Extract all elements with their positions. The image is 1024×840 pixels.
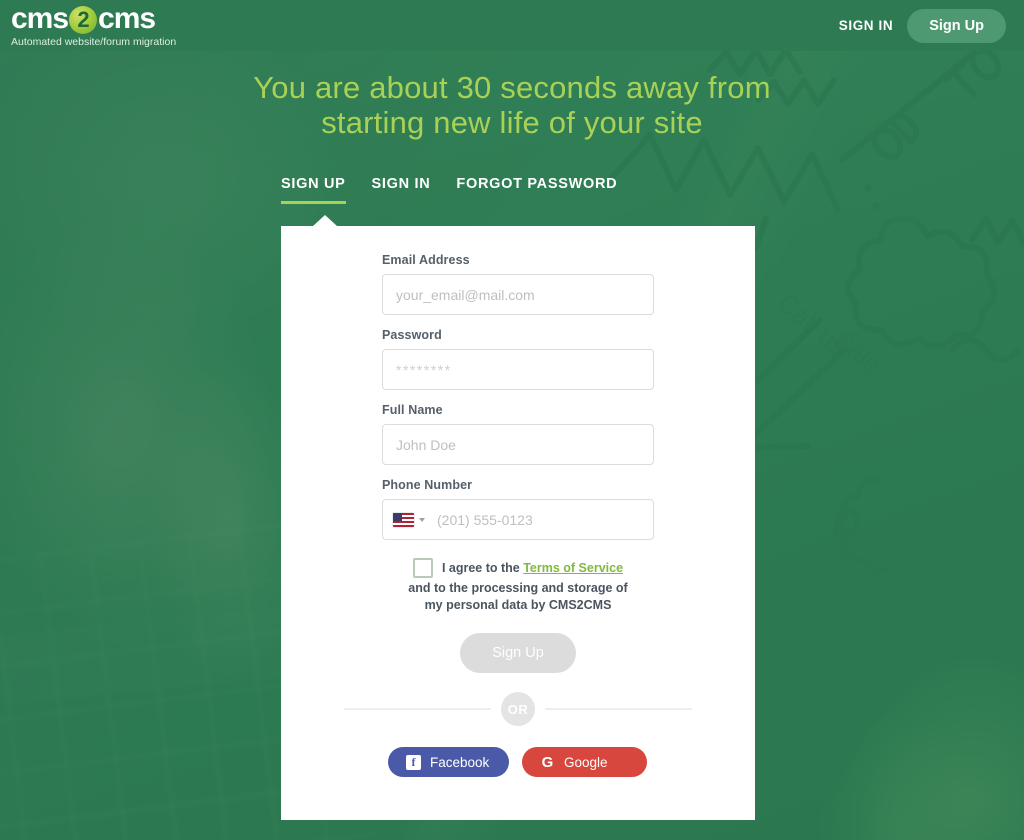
header-sign-in-link[interactable]: SIGN IN [839, 18, 893, 33]
sign-up-submit-button[interactable]: Sign Up [460, 633, 576, 673]
agreement-text: I agree to the Terms of Service [442, 559, 623, 577]
fullname-label: Full Name [382, 403, 443, 417]
signup-form: Email Address Password Full Name Phone N… [281, 226, 755, 673]
facebook-login-button[interactable]: f Facebook [388, 747, 509, 777]
submit-wrapper: Sign Up [382, 633, 654, 673]
cms2cms-logo[interactable]: cms 2 cms Automated website/forum migratio… [11, 3, 181, 49]
us-flag-icon [393, 512, 414, 527]
hero-section: You are about 30 seconds away from start… [0, 51, 1024, 140]
password-field-group: Password [382, 328, 656, 390]
divider-label: OR [501, 692, 535, 726]
logo-wordmark: cms 2 cms [11, 3, 181, 35]
phone-field-group: Phone Number [382, 478, 656, 540]
card-pointer-arrow [313, 215, 337, 226]
logo-tagline: Automated website/forum migration [11, 36, 177, 48]
password-label: Password [382, 328, 442, 342]
agreement-block: I agree to the Terms of Service and to t… [382, 558, 654, 614]
fullname-input[interactable] [382, 424, 654, 465]
phone-input-group [382, 499, 654, 540]
google-label: Google [564, 754, 608, 770]
site-header: cms 2 cms Automated website/forum migratio… [0, 0, 1024, 51]
signup-page: Call us Sale cms2cms Automated website/f… [0, 0, 1024, 840]
facebook-icon: f [406, 754, 421, 770]
tab-forgot-password[interactable]: FORGOT PASSWORD [456, 176, 617, 204]
terms-checkbox[interactable] [412, 558, 433, 578]
divider-line-right [545, 708, 692, 710]
country-code-selector[interactable] [393, 499, 425, 540]
header-sign-up-button[interactable]: Sign Up [907, 8, 1006, 43]
password-input[interactable] [382, 349, 654, 390]
agreement-prefix: I agree to the [441, 561, 520, 575]
header-actions: SIGN IN Sign Up [839, 0, 1006, 51]
agreement-line2: and to the processing and storage of [408, 581, 628, 595]
email-label: Email Address [382, 253, 470, 267]
google-login-button[interactable]: G Google [522, 747, 647, 777]
hero-title-line2: starting new life of your site [321, 105, 703, 140]
logo-text-left: cms [11, 2, 69, 35]
fullname-field-group: Full Name [382, 403, 656, 465]
email-input[interactable] [382, 274, 654, 315]
chevron-down-icon [419, 517, 425, 522]
google-icon: G [541, 753, 554, 771]
phone-label: Phone Number [382, 478, 473, 492]
tab-sign-up[interactable]: SIGN UP [281, 176, 346, 204]
hero-title-line1: You are about 30 seconds away from [253, 70, 771, 105]
email-field-group: Email Address [382, 253, 656, 315]
agreement-extra-lines: and to the processing and storage of my … [382, 580, 654, 614]
or-divider: OR [344, 692, 692, 726]
hero-title: You are about 30 seconds away from start… [0, 51, 1024, 140]
terms-of-service-link[interactable]: Terms of Service [523, 561, 623, 575]
signup-card: Email Address Password Full Name Phone N… [281, 215, 755, 820]
facebook-label: Facebook [430, 754, 490, 770]
social-login-row: f Facebook G Google [388, 747, 647, 777]
agreement-line3: my personal data by CMS2CMS [424, 598, 612, 612]
agreement-first-line: I agree to the Terms of Service [382, 558, 654, 578]
divider-line-left [344, 708, 491, 710]
auth-tabs: SIGN UP SIGN IN FORGOT PASSWORD [281, 176, 617, 204]
tab-sign-in[interactable]: SIGN IN [372, 176, 431, 204]
logo-text-right: cms [98, 2, 156, 35]
logo-ball-icon: 2 [69, 6, 98, 34]
